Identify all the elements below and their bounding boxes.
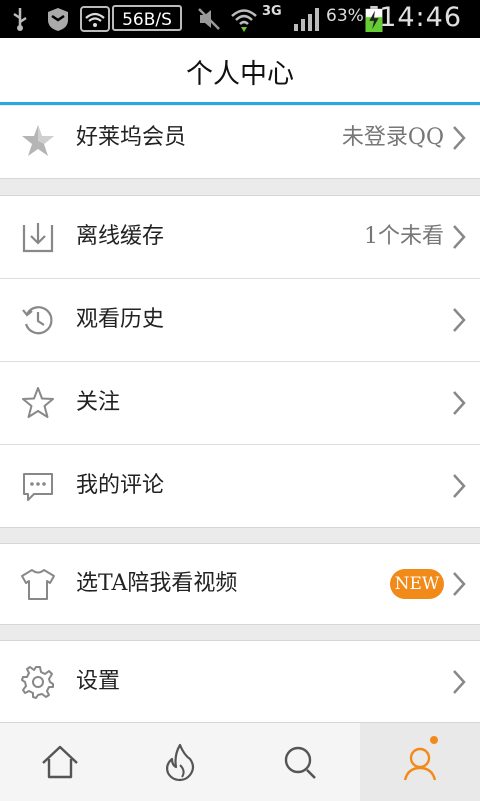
network-speed: 56B/S <box>112 5 182 31</box>
title-bar: 个人中心 <box>0 38 480 102</box>
tshirt-icon <box>21 569 55 600</box>
chevron-right-icon <box>453 126 466 150</box>
home-icon <box>42 745 78 779</box>
settings-group: 设置 <box>0 640 480 723</box>
login-status-value: 未登录QQ <box>341 125 444 150</box>
clock: 14:46 <box>379 2 462 33</box>
notification-dot <box>430 736 438 744</box>
title-accent-line <box>0 102 480 105</box>
profile-icon <box>403 747 437 781</box>
content-group: 离线缓存 1个未看 观看历史 关注 我的评论 <box>0 195 480 528</box>
hollywood-member-row[interactable]: 好莱坞会员 未登录QQ <box>0 106 480 178</box>
page-title: 个人中心 <box>186 59 294 90</box>
star-badge-icon <box>22 125 54 156</box>
tab-search[interactable] <box>240 723 360 801</box>
watch-history-label: 观看历史 <box>76 307 165 332</box>
signal-strength-icon <box>294 8 319 31</box>
follow-label: 关注 <box>76 390 121 415</box>
ta-video-row[interactable]: 选TA陪我看视频 NEW <box>0 544 480 624</box>
chevron-right-icon <box>453 225 466 249</box>
member-group: 好莱坞会员 未登录QQ <box>0 106 480 179</box>
chevron-right-icon <box>453 391 466 415</box>
wifi-hotspot-icon <box>80 6 110 32</box>
chevron-right-icon <box>453 474 466 498</box>
battery-percent: 63% <box>326 6 364 26</box>
download-icon <box>22 223 54 253</box>
gear-icon <box>21 666 54 699</box>
my-comments-label: 我的评论 <box>76 473 165 498</box>
new-badge: NEW <box>390 569 444 599</box>
follow-row[interactable]: 关注 <box>0 361 480 444</box>
signal-type: 3G <box>262 4 282 19</box>
bottom-tab-bar <box>0 722 480 801</box>
offline-cache-row[interactable]: 离线缓存 1个未看 <box>0 196 480 278</box>
tab-home[interactable] <box>0 723 120 801</box>
comment-icon <box>23 473 53 501</box>
search-icon <box>284 746 316 779</box>
wifi-icon <box>231 9 257 32</box>
tab-hot[interactable] <box>120 723 240 801</box>
ta-video-label: 选TA陪我看视频 <box>76 571 238 596</box>
ta-video-group: 选TA陪我看视频 NEW <box>0 543 480 625</box>
my-comments-row[interactable]: 我的评论 <box>0 444 480 527</box>
status-bar: 56B/S 3G 63% 14:46 <box>0 0 480 38</box>
watch-history-row[interactable]: 观看历史 <box>0 278 480 361</box>
unwatched-count-value: 1个未看 <box>364 224 444 249</box>
offline-cache-label: 离线缓存 <box>76 224 165 249</box>
hollywood-member-label: 好莱坞会员 <box>76 125 187 150</box>
chevron-right-icon <box>453 670 466 694</box>
chevron-right-icon <box>453 308 466 332</box>
history-icon <box>22 306 53 335</box>
star-outline-icon <box>22 387 54 418</box>
shield-icon <box>48 8 68 31</box>
settings-row[interactable]: 设置 <box>0 641 480 723</box>
usb-icon <box>13 8 27 31</box>
mute-icon <box>198 8 220 30</box>
chevron-right-icon <box>453 572 466 596</box>
tab-profile[interactable] <box>360 723 480 801</box>
settings-label: 设置 <box>76 669 121 694</box>
fire-icon <box>166 743 195 782</box>
